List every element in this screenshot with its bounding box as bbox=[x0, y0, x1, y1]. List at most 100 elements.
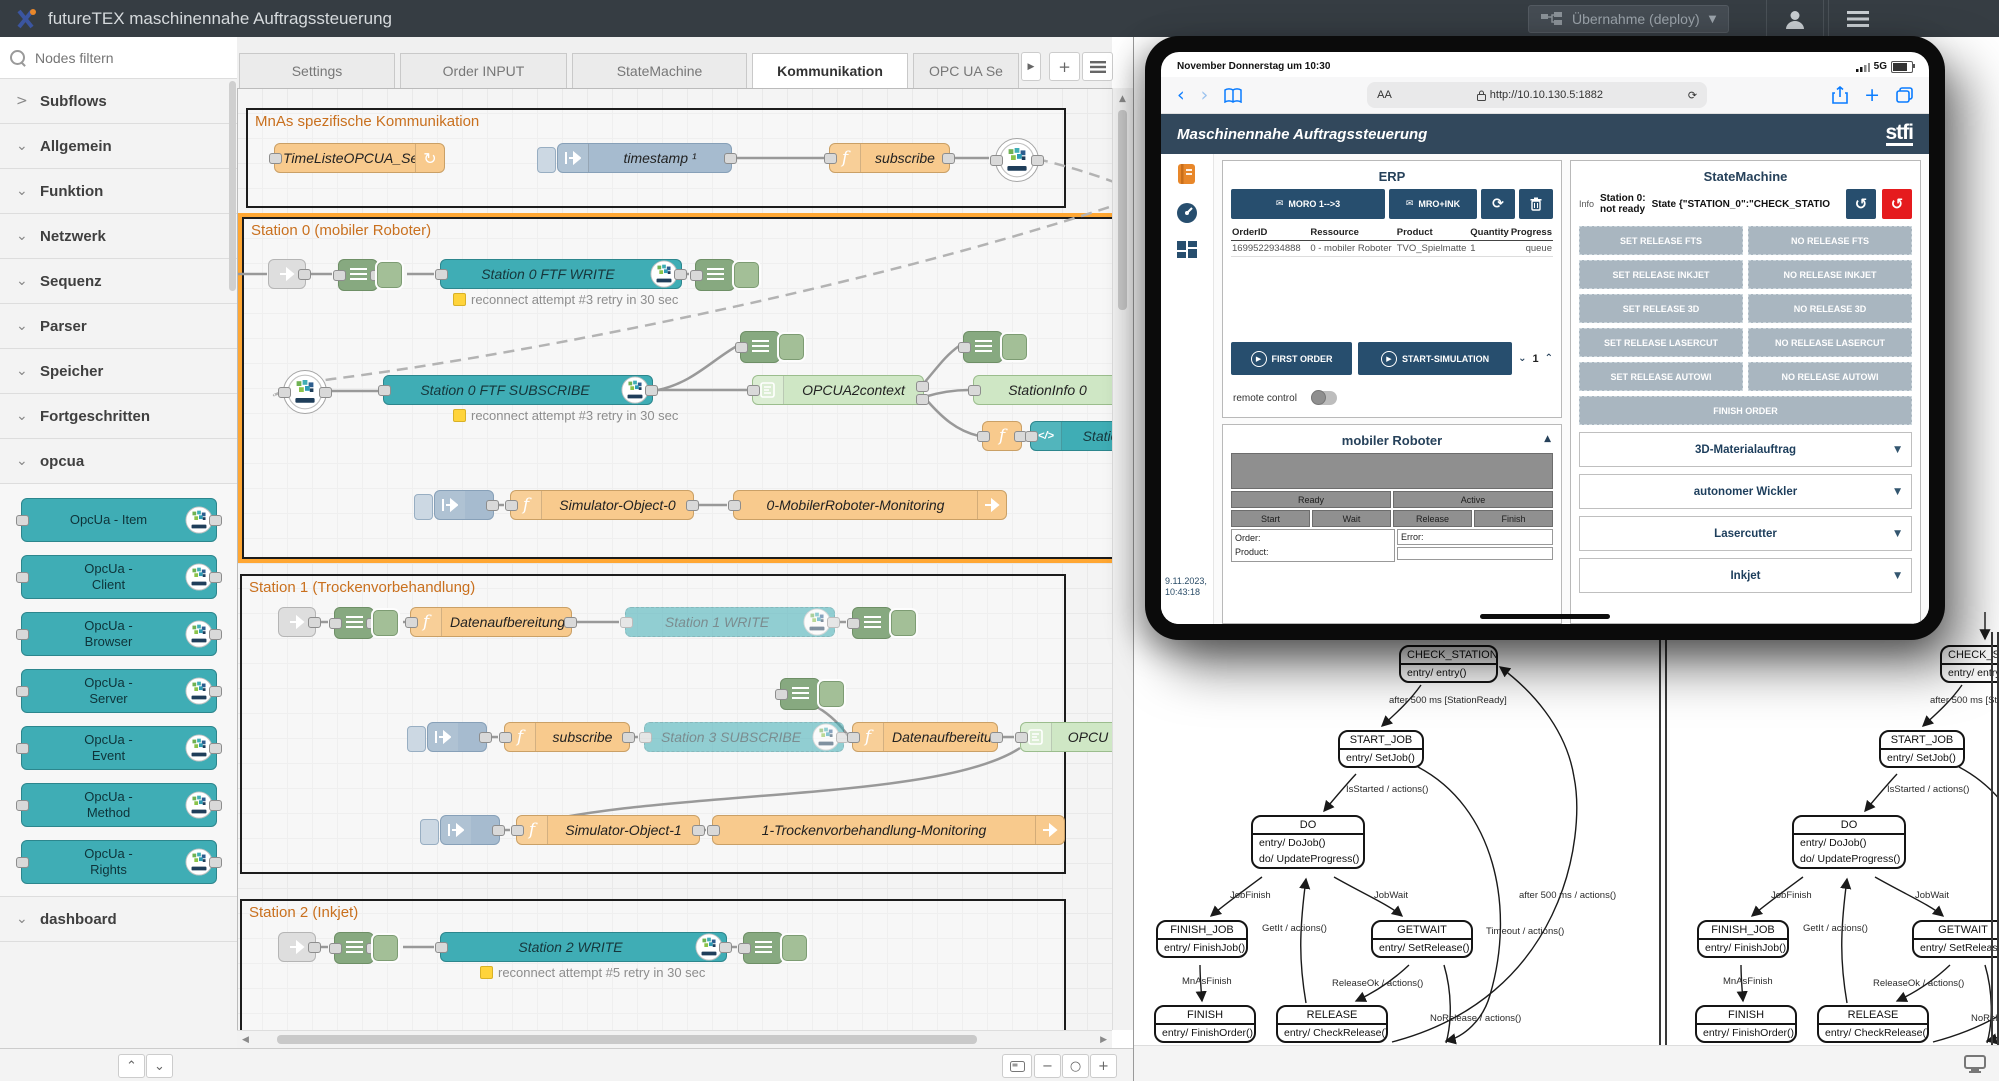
canvas-vscrollbar[interactable]: ▲ bbox=[1112, 88, 1134, 1030]
debug-toggle-button[interactable] bbox=[819, 681, 844, 707]
node-station2-write[interactable]: Station 2 WRITE bbox=[440, 932, 727, 962]
palette-node-opcua-method[interactable]: OpcUa - Method bbox=[21, 783, 217, 827]
finish-order-button[interactable]: FINISH ORDER bbox=[1579, 396, 1912, 425]
hscroll-thumb[interactable] bbox=[277, 1035, 977, 1044]
tab-settings[interactable]: Settings bbox=[239, 53, 395, 88]
palette-category-opcua[interactable]: ⌄opcua bbox=[0, 439, 237, 484]
first-order-button[interactable]: ▶FIRST ORDER bbox=[1231, 342, 1352, 375]
node-stationinfo0[interactable]: StationInfo 0 bbox=[973, 375, 1112, 405]
inject-button[interactable] bbox=[537, 147, 556, 173]
no-release-3d-button[interactable]: NO RELEASE 3D bbox=[1748, 294, 1912, 323]
node-station0-ftf-write[interactable]: Station 0 FTF WRITE bbox=[440, 259, 682, 289]
debug-toggle-button[interactable] bbox=[779, 334, 804, 360]
node-link-in[interactable] bbox=[268, 259, 306, 289]
node-debug[interactable] bbox=[963, 329, 1027, 363]
home-indicator[interactable] bbox=[1480, 614, 1610, 619]
hard-reset-button[interactable]: ↺ bbox=[1882, 189, 1912, 219]
vscroll-thumb[interactable] bbox=[1118, 110, 1127, 310]
reset-button[interactable]: ↺ bbox=[1846, 189, 1876, 219]
dropdown-autonomer-wickler[interactable]: autonomer Wickler▼ bbox=[1579, 474, 1912, 509]
node-debug[interactable] bbox=[334, 605, 398, 639]
bookmarks-icon[interactable] bbox=[1224, 88, 1242, 103]
zoom-in-button[interactable]: + bbox=[1090, 1054, 1117, 1078]
back-button[interactable]: ‹ bbox=[1177, 86, 1185, 105]
grid-tab-icon[interactable] bbox=[1176, 240, 1198, 262]
tabs-icon[interactable] bbox=[1896, 87, 1913, 103]
set-release-lasercut-button[interactable]: SET RELEASE LASERCUT bbox=[1579, 328, 1743, 357]
new-tab-button[interactable]: + bbox=[1864, 86, 1880, 105]
node-inject[interactable] bbox=[427, 722, 487, 752]
palette-category-allgemein[interactable]: ⌄Allgemein bbox=[0, 124, 237, 169]
dropdown-3d-materialauftrag[interactable]: 3D-Materialauftrag▼ bbox=[1579, 432, 1912, 467]
collapse-button[interactable]: ▲ bbox=[1544, 434, 1551, 444]
node-function-small[interactable]: f bbox=[982, 421, 1022, 451]
node-opcua-endpoint[interactable] bbox=[283, 370, 327, 414]
deploy-button[interactable]: Übernahme (deploy) ▼ bbox=[1528, 5, 1729, 33]
palette-node-opcua-rights[interactable]: OpcUa - Rights bbox=[21, 840, 217, 884]
debug-node-body[interactable] bbox=[780, 678, 820, 710]
scroll-up-icon[interactable]: ▲ bbox=[1119, 94, 1126, 104]
palette-category-fortgeschritten[interactable]: ⌄Fortgeschritten bbox=[0, 394, 237, 439]
node-datenaufbereitung-1[interactable]: f Datenaufbereitung bbox=[410, 607, 572, 637]
inject-button[interactable] bbox=[407, 726, 426, 752]
tab-statemachine[interactable]: StateMachine bbox=[572, 53, 747, 88]
node-debug[interactable] bbox=[740, 329, 804, 363]
node-mobilerroboter-monitoring[interactable]: 0-MobilerRoboter-Monitoring bbox=[733, 490, 1007, 520]
scroll-right-icon[interactable]: ▶ bbox=[1100, 1035, 1107, 1045]
node-debug[interactable] bbox=[695, 257, 759, 291]
deploy-caret-icon[interactable]: ▼ bbox=[1709, 14, 1717, 25]
zoom-reset-button[interactable]: ○ bbox=[1062, 1054, 1089, 1078]
forward-button[interactable]: › bbox=[1201, 86, 1209, 105]
qty-up-button[interactable]: ⌃ bbox=[1545, 353, 1553, 364]
debug-toggle-button[interactable] bbox=[1002, 334, 1027, 360]
monitor-icon[interactable] bbox=[1964, 1055, 1986, 1073]
node-debug[interactable] bbox=[334, 930, 398, 964]
palette-node-opcua-server[interactable]: OpcUa - Server bbox=[21, 669, 217, 713]
debug-toggle-button[interactable] bbox=[782, 935, 807, 961]
debug-node-body[interactable] bbox=[740, 331, 780, 363]
palette-category-dashboard[interactable]: ⌄dashboard bbox=[0, 896, 237, 942]
node-subscribe-func-s1[interactable]: f subscribe bbox=[504, 722, 630, 752]
flow-list-button[interactable] bbox=[1082, 52, 1113, 81]
node-link-in[interactable] bbox=[278, 607, 316, 637]
tab-scroll-right-button[interactable]: ▶ bbox=[1021, 52, 1041, 81]
node-debug[interactable] bbox=[852, 605, 916, 639]
debug-node-body[interactable] bbox=[334, 932, 374, 964]
no-release-lasercut-button[interactable]: NO RELEASE LASERCUT bbox=[1748, 328, 1912, 357]
debug-node-body[interactable] bbox=[852, 607, 892, 639]
set-release-autowi-button[interactable]: SET RELEASE AUTOWI bbox=[1579, 362, 1743, 391]
debug-toggle-button[interactable] bbox=[891, 610, 916, 636]
palette-category-subflows[interactable]: >Subflows bbox=[0, 79, 237, 124]
set-release-3d-button[interactable]: SET RELEASE 3D bbox=[1579, 294, 1743, 323]
debug-node-body[interactable] bbox=[334, 607, 374, 639]
debug-node-body[interactable] bbox=[743, 932, 783, 964]
palette-category-netzwerk[interactable]: ⌄Netzwerk bbox=[0, 214, 237, 259]
node-debug[interactable] bbox=[780, 676, 844, 710]
node-station1-write-disabled[interactable]: Station 1 WRITE bbox=[625, 607, 835, 637]
address-bar[interactable]: AA http://10.10.130.5:1882 ⟳ bbox=[1367, 82, 1707, 108]
inject-button[interactable] bbox=[420, 819, 439, 845]
refresh-button[interactable]: ⟳ bbox=[1688, 89, 1697, 102]
dashboard-tab-icon[interactable] bbox=[1175, 201, 1199, 225]
main-menu-button[interactable] bbox=[1828, 0, 1887, 37]
node-subscribe-func[interactable]: f subscribe bbox=[829, 143, 950, 173]
node-debug[interactable] bbox=[743, 930, 807, 964]
palette-node-opcua-item[interactable]: OpcUa - Item bbox=[21, 498, 217, 542]
debug-toggle-button[interactable] bbox=[734, 262, 759, 288]
reader-button[interactable]: AA bbox=[1377, 89, 1392, 101]
palette-expand-button[interactable]: ⌄ bbox=[146, 1054, 173, 1078]
set-release-inkjet-button[interactable]: SET RELEASE INKJET bbox=[1579, 260, 1743, 289]
share-icon[interactable] bbox=[1832, 86, 1848, 104]
refresh-orders-button[interactable]: ⟳ bbox=[1481, 189, 1515, 219]
scroll-left-icon[interactable]: ◀ bbox=[242, 1035, 249, 1045]
no-release-autowi-button[interactable]: NO RELEASE AUTOWI bbox=[1748, 362, 1912, 391]
debug-toggle-button[interactable] bbox=[373, 610, 398, 636]
add-flow-button[interactable]: + bbox=[1049, 52, 1080, 81]
dropdown-inkjet[interactable]: Inkjet▼ bbox=[1579, 558, 1912, 593]
qty-down-button[interactable]: ⌄ bbox=[1518, 353, 1526, 364]
node-opcua-endpoint[interactable] bbox=[995, 138, 1039, 182]
orders-tab-icon[interactable] bbox=[1175, 162, 1199, 186]
palette-collapse-button[interactable]: ⌃ bbox=[118, 1054, 145, 1078]
palette-search[interactable] bbox=[0, 37, 237, 79]
flow-canvas[interactable]: MnAs spezifische Kommunikation Station 0… bbox=[237, 88, 1112, 1030]
